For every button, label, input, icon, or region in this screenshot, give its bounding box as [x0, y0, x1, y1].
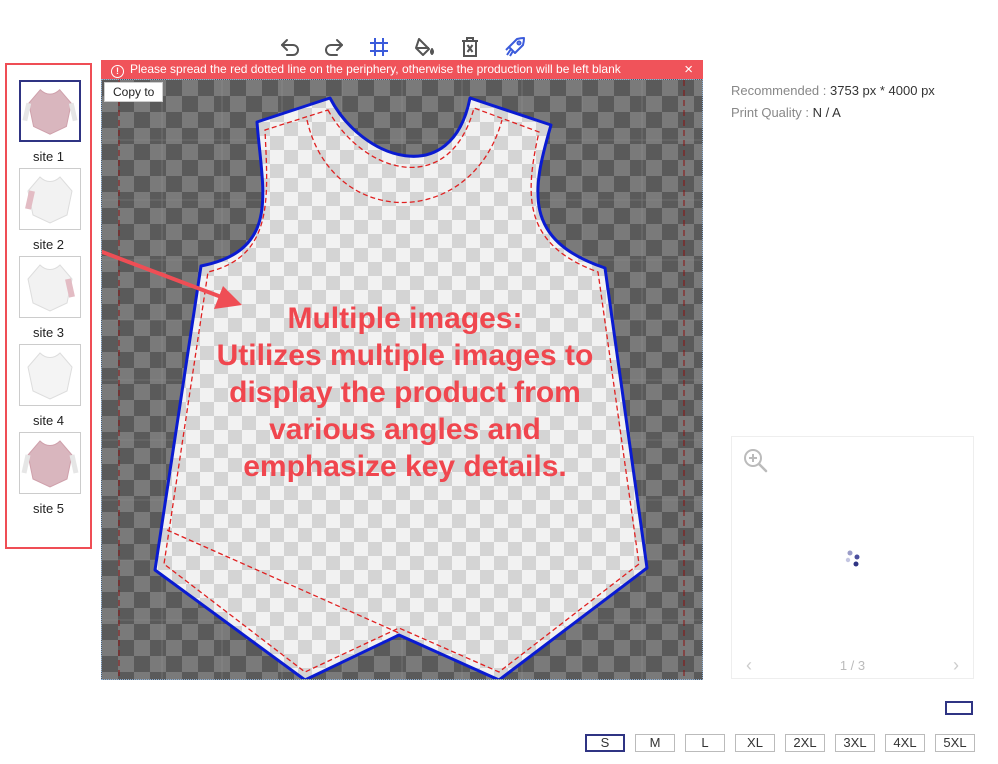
thumbnail-label: site 1: [32, 149, 65, 164]
delete-button[interactable]: [457, 34, 483, 60]
callout-line: various angles and: [269, 413, 541, 446]
undo-button[interactable]: [277, 34, 303, 60]
size-option-3xl[interactable]: 3XL: [835, 734, 875, 752]
callout-line: Utilizes multiple images to: [216, 339, 594, 372]
callout-line: emphasize key details.: [243, 450, 567, 483]
fill-button[interactable]: [412, 34, 438, 60]
thumbnail-label: site 4: [32, 413, 65, 428]
grid-icon: [370, 38, 388, 56]
thumbnail-site-1[interactable]: [19, 80, 81, 142]
shirt-thumbnail-icon: [21, 440, 79, 488]
thumbnail-site-4[interactable]: [19, 344, 81, 406]
callout-text: Multiple images: Utilizes multiple image…: [190, 300, 620, 485]
size-option-m[interactable]: M: [635, 734, 675, 752]
recommended-size: Recommended : 3753 px * 4000 px: [731, 83, 935, 98]
recommended-label: Recommended :: [731, 83, 830, 98]
shirt-thumbnail-icon: [27, 264, 75, 312]
view-toggle-button[interactable]: [945, 701, 973, 715]
print-quality-value: N / A: [812, 105, 841, 120]
warning-close-button[interactable]: ×: [684, 60, 693, 79]
preview-panel: ‹ 1 / 3 ›: [731, 436, 974, 679]
zoom-in-icon[interactable]: [742, 447, 768, 473]
redo-button[interactable]: [321, 34, 347, 60]
thumbnail-label: site 5: [32, 501, 65, 516]
thumbnail-site-5[interactable]: [19, 432, 81, 494]
print-quality-label: Print Quality :: [731, 105, 813, 120]
callout-line: Multiple images:: [287, 302, 523, 335]
preview-pager: 1 / 3: [839, 658, 866, 673]
thumbnail-panel: site 1 site 2 site 3 site 4 site 5: [5, 63, 92, 549]
redo-icon: [325, 39, 343, 56]
publish-button[interactable]: [502, 34, 528, 60]
grid-button[interactable]: [366, 34, 392, 60]
size-option-5xl[interactable]: 5XL: [935, 734, 975, 752]
thumbnail-label: site 2: [32, 237, 65, 252]
size-option-2xl[interactable]: 2XL: [785, 734, 825, 752]
fill-icon: [415, 38, 434, 56]
copy-to-button[interactable]: Copy to: [104, 82, 164, 102]
shirt-thumbnail-icon: [22, 89, 78, 135]
warning-bar: ! Please spread the red dotted line on th…: [101, 60, 703, 79]
size-option-l[interactable]: L: [685, 734, 725, 752]
preview-next-button[interactable]: ›: [953, 655, 959, 676]
recommended-value: 3753 px * 4000 px: [830, 83, 935, 98]
delete-icon: [462, 37, 478, 57]
print-quality: Print Quality : N / A: [731, 105, 841, 120]
design-canvas[interactable]: Copy to Multiple images: Utilizes multip…: [101, 79, 703, 680]
size-option-xl[interactable]: XL: [735, 734, 775, 752]
rocket-icon: [505, 37, 525, 57]
thumbnail-label: site 3: [32, 325, 65, 340]
shirt-thumbnail-icon: [25, 176, 73, 224]
warning-text: Please spread the red dotted line on the…: [130, 62, 621, 76]
size-option-s[interactable]: S: [585, 734, 625, 752]
info-icon: !: [111, 65, 124, 78]
thumbnail-site-3[interactable]: [19, 256, 81, 318]
callout-line: display the product from: [229, 376, 581, 409]
size-option-4xl[interactable]: 4XL: [885, 734, 925, 752]
thumbnail-site-2[interactable]: [19, 168, 81, 230]
undo-icon: [281, 39, 299, 56]
shirt-thumbnail-icon: [27, 352, 73, 400]
loading-spinner-icon: [845, 550, 860, 567]
